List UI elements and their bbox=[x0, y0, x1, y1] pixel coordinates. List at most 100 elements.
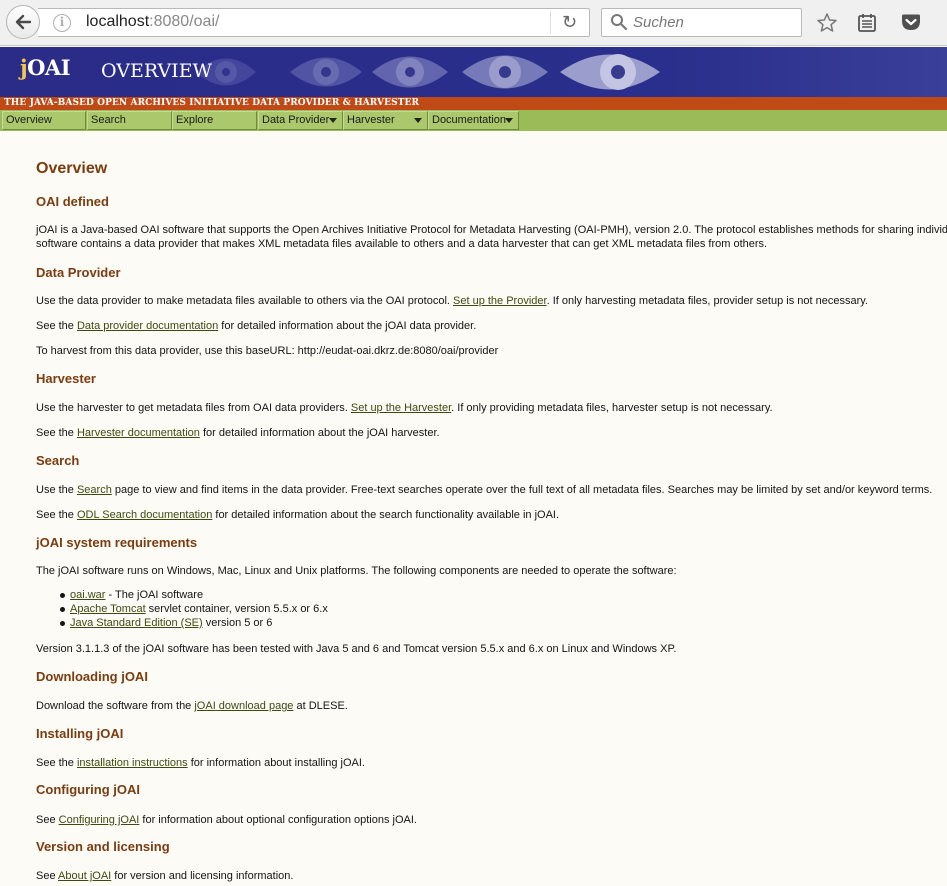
text: See the bbox=[36, 427, 77, 439]
text: for information about optional configura… bbox=[139, 814, 417, 826]
nav-item-documentation[interactable]: Documentation bbox=[428, 111, 519, 130]
odl-search-documentation-link[interactable]: ODL Search documentation bbox=[77, 509, 212, 521]
nav-item-overview[interactable]: Overview bbox=[2, 111, 86, 130]
back-arrow-icon bbox=[15, 14, 32, 30]
text: page to view and find items in the data … bbox=[111, 484, 933, 496]
text: Download the software from the bbox=[36, 700, 195, 712]
search-icon bbox=[611, 14, 628, 31]
nav-label: Search bbox=[91, 114, 126, 126]
text: See the bbox=[36, 757, 77, 769]
url-text[interactable]: localhost:8080/oai/ bbox=[86, 13, 219, 31]
text: Use the bbox=[36, 484, 77, 496]
page-title: Overview bbox=[36, 160, 108, 177]
about-joai-link[interactable]: About jOAI bbox=[58, 870, 111, 882]
search-placeholder: Suchen bbox=[633, 14, 684, 31]
oai-defined-text-line2: software contains a data provider that m… bbox=[36, 238, 768, 250]
provider-paragraph-setup: Use the data provider to make metadata f… bbox=[36, 294, 868, 308]
text: . If only harvesting metadata files, pro… bbox=[546, 295, 868, 307]
java-se-link[interactable]: Java Standard Edition (SE) bbox=[70, 617, 203, 629]
provider-paragraph-docs: See the Data provider documentation for … bbox=[36, 319, 476, 333]
text: See the bbox=[36, 320, 77, 332]
nav-item-harvester[interactable]: Harvester bbox=[343, 111, 428, 130]
text: - The jOAI software bbox=[105, 589, 204, 601]
text: at DLESE. bbox=[293, 700, 348, 712]
section-heading-downloading: Downloading jOAI bbox=[36, 669, 148, 684]
joai-banner: jOAI OVERVIEW bbox=[0, 47, 947, 97]
nav-item-data-provider[interactable]: Data Provider bbox=[258, 111, 343, 130]
harvester-paragraph-setup: Use the harvester to get metadata files … bbox=[36, 401, 773, 415]
text: for detailed information about the jOAI … bbox=[218, 320, 477, 332]
nav-label: Explore bbox=[176, 114, 214, 126]
text: for detailed information about the searc… bbox=[212, 509, 560, 521]
configuring-paragraph: See Configuring jOAI for information abo… bbox=[36, 813, 417, 827]
nav-label: Documentation bbox=[432, 114, 506, 126]
url-divider bbox=[550, 11, 551, 34]
setup-harvester-link[interactable]: Set up the Harvester bbox=[351, 402, 451, 414]
search-paragraph-docs: See the ODL Search documentation for det… bbox=[36, 508, 559, 522]
nav-item-search[interactable]: Search bbox=[87, 111, 172, 130]
section-heading-configuring: Configuring jOAI bbox=[36, 782, 140, 797]
nav-label: Harvester bbox=[347, 114, 395, 126]
text: See bbox=[36, 814, 59, 826]
search-paragraph: Use the Search page to view and find ite… bbox=[36, 483, 932, 497]
banner-title: OVERVIEW bbox=[101, 60, 213, 82]
text: . If only providing metadata files, harv… bbox=[451, 402, 773, 414]
provider-baseurl-text: To harvest from this data provider, use … bbox=[36, 345, 499, 357]
dropdown-arrow-icon bbox=[329, 118, 337, 123]
text: for detailed information about the jOAI … bbox=[199, 427, 440, 439]
url-bar[interactable]: i localhost:8080/oai/ ↻ bbox=[38, 8, 590, 37]
list-item: Apache Tomcat servlet container, version… bbox=[36, 602, 328, 616]
text: See bbox=[36, 870, 59, 882]
nav-label: Data Provider bbox=[262, 114, 330, 126]
text: version 5 or 6 bbox=[202, 617, 273, 629]
text: See the bbox=[36, 509, 77, 521]
dropdown-arrow-icon bbox=[505, 118, 513, 123]
requirements-list: oai.war - The jOAI software Apache Tomca… bbox=[36, 588, 328, 630]
nav-label: Overview bbox=[6, 114, 52, 126]
bookmark-star-icon[interactable] bbox=[815, 11, 839, 35]
reload-icon[interactable]: ↻ bbox=[562, 12, 577, 33]
section-heading-harvester: Harvester bbox=[36, 371, 96, 386]
nav-item-explore[interactable]: Explore bbox=[172, 111, 257, 130]
requirements-intro: The jOAI software runs on Windows, Mac, … bbox=[36, 565, 677, 577]
list-item: Java Standard Edition (SE) version 5 or … bbox=[36, 616, 328, 630]
harvester-documentation-link[interactable]: Harvester documentation bbox=[77, 427, 200, 439]
search-bar[interactable]: Suchen bbox=[601, 8, 802, 37]
section-heading-installing: Installing jOAI bbox=[36, 726, 124, 741]
section-heading-requirements: jOAI system requirements bbox=[36, 535, 198, 550]
url-path: :8080/oai/ bbox=[149, 13, 220, 30]
text: for version and licensing information. bbox=[111, 870, 294, 882]
logo-name: OAI bbox=[27, 55, 71, 80]
setup-provider-link[interactable]: Set up the Provider bbox=[453, 295, 547, 307]
installing-paragraph: See the installation instructions for in… bbox=[36, 756, 365, 770]
url-host: localhost bbox=[86, 13, 150, 30]
apache-tomcat-link[interactable]: Apache Tomcat bbox=[70, 603, 146, 615]
tagline-bar: THE JAVA-BASED OPEN ARCHIVES INITIATIVE … bbox=[0, 97, 947, 110]
provider-documentation-link[interactable]: Data provider documentation bbox=[77, 320, 218, 332]
pocket-icon[interactable] bbox=[899, 11, 923, 35]
info-icon[interactable]: i bbox=[53, 14, 71, 32]
search-link[interactable]: Search bbox=[77, 484, 112, 496]
section-heading-version: Version and licensing bbox=[36, 839, 170, 854]
text: Use the data provider to make metadata f… bbox=[36, 295, 454, 307]
tagline: THE JAVA-BASED OPEN ARCHIVES INITIATIVE … bbox=[4, 98, 420, 108]
text: for information about installing jOAI. bbox=[187, 757, 365, 769]
version-paragraph: See About jOAI for version and licensing… bbox=[36, 869, 293, 883]
oai-war-link[interactable]: oai.war bbox=[70, 589, 105, 601]
joai-logo[interactable]: jOAI bbox=[20, 55, 71, 80]
section-heading-oai-defined: OAI defined bbox=[36, 194, 109, 209]
installation-instructions-link[interactable]: installation instructions bbox=[77, 757, 188, 769]
section-heading-search: Search bbox=[36, 453, 80, 468]
back-button[interactable] bbox=[6, 5, 40, 39]
configuring-joai-link[interactable]: Configuring jOAI bbox=[59, 814, 140, 826]
reading-list-icon[interactable] bbox=[855, 11, 879, 35]
downloading-paragraph: Download the software from the jOAI down… bbox=[36, 699, 348, 713]
text: servlet container, version 5.5.x or 6.x bbox=[145, 603, 328, 615]
section-heading-data-provider: Data Provider bbox=[36, 265, 121, 280]
dropdown-arrow-icon bbox=[414, 118, 422, 123]
nav-menu: Overview Search Explore Data Provider Ha… bbox=[0, 110, 947, 131]
harvester-paragraph-docs: See the Harvester documentation for deta… bbox=[36, 426, 440, 440]
oai-defined-text-line1: jOAI is a Java-based OAI software that s… bbox=[36, 224, 947, 236]
text: Use the harvester to get metadata files … bbox=[36, 402, 351, 414]
download-page-link[interactable]: jOAI download page bbox=[194, 700, 293, 712]
